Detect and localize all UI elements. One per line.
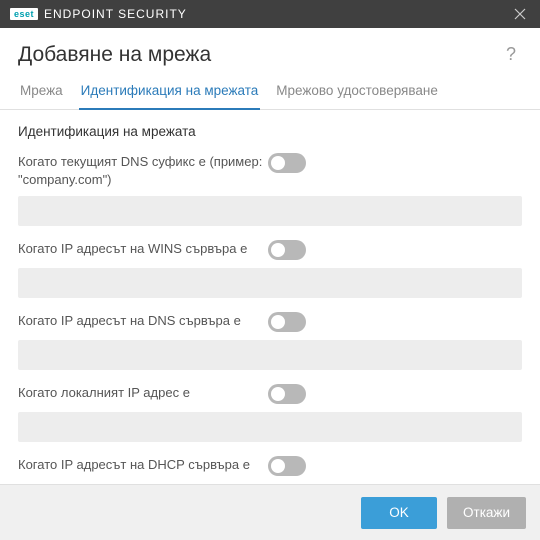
field-label: Когато IP адресът на DNS сървъра е (18, 312, 268, 330)
tab-network-authentication[interactable]: Мрежово удостоверяване (274, 75, 440, 110)
page-title: Добавяне на мрежа (18, 43, 500, 67)
dialog-window: eset ENDPOINT SECURITY Добавяне на мрежа… (0, 0, 540, 540)
field-local-ip: Когато локалният IP адрес е (18, 384, 522, 442)
tab-network[interactable]: Мрежа (18, 75, 65, 110)
input-dns-suffix[interactable] (18, 196, 522, 226)
field-dns-suffix: Когато текущият DNS суфикс е (пример: "c… (18, 153, 522, 226)
field-label: Когато текущият DNS суфикс е (пример: "c… (18, 153, 268, 188)
ok-button[interactable]: OK (361, 497, 437, 529)
close-icon[interactable] (500, 0, 540, 28)
toggle-dns-suffix[interactable] (268, 153, 306, 173)
section-title: Идентификация на мрежата (18, 124, 522, 139)
input-wins-ip[interactable] (18, 268, 522, 298)
toggle-local-ip[interactable] (268, 384, 306, 404)
input-local-ip[interactable] (18, 412, 522, 442)
tab-bar: Мрежа Идентификация на мрежата Мрежово у… (0, 75, 540, 110)
tab-network-identification[interactable]: Идентификация на мрежата (79, 75, 261, 110)
input-dns-ip[interactable] (18, 340, 522, 370)
brand-badge: eset (10, 8, 38, 20)
field-dns-ip: Когато IP адресът на DNS сървъра е (18, 312, 522, 370)
toggle-dns-ip[interactable] (268, 312, 306, 332)
dialog-header: Добавяне на мрежа ? (0, 28, 540, 75)
cancel-button[interactable]: Откажи (447, 497, 526, 529)
field-dhcp-ip: Когато IP адресът на DHCP сървъра е (18, 456, 522, 484)
help-icon[interactable]: ? (500, 40, 522, 69)
product-name: ENDPOINT SECURITY (44, 7, 187, 21)
titlebar: eset ENDPOINT SECURITY (0, 0, 540, 28)
field-wins-ip: Когато IP адресът на WINS сървъра е (18, 240, 522, 298)
content-pane[interactable]: Идентификация на мрежата Когато текущият… (0, 110, 540, 484)
field-label: Когато локалният IP адрес е (18, 384, 268, 402)
field-label: Когато IP адресът на WINS сървъра е (18, 240, 268, 258)
dialog-footer: OK Откажи (0, 484, 540, 540)
toggle-wins-ip[interactable] (268, 240, 306, 260)
toggle-dhcp-ip[interactable] (268, 456, 306, 476)
field-label: Когато IP адресът на DHCP сървъра е (18, 456, 268, 474)
